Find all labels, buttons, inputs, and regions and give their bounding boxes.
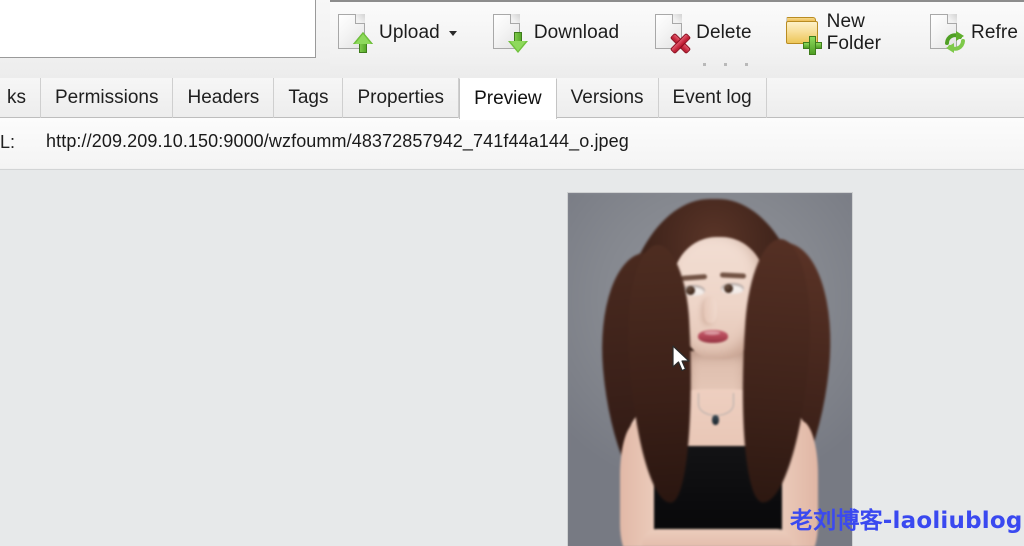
tab-links[interactable]: ks — [0, 78, 41, 118]
delete-button-label: Delete — [696, 22, 752, 43]
file-upload-icon — [338, 14, 373, 53]
tab-headers[interactable]: Headers — [173, 78, 275, 118]
tab-permissions[interactable]: Permissions — [41, 78, 174, 118]
left-content-panel — [0, 0, 316, 58]
url-row: L: http://209.209.10.150:9000/wzfoumm/48… — [0, 118, 1024, 168]
folder-add-icon — [785, 14, 822, 55]
tab-bar: ks Permissions Headers Tags Properties P… — [0, 78, 1024, 120]
url-label: L: — [0, 132, 16, 152]
upload-button[interactable]: Upload — [330, 7, 463, 59]
upload-button-label: Upload — [379, 22, 440, 43]
new-folder-button-label: New Folder — [826, 11, 882, 54]
preview-image[interactable] — [567, 192, 853, 546]
toolbar: Upload Download Delete New Folder Refre — [330, 0, 1024, 66]
chevron-down-icon[interactable] — [448, 30, 457, 36]
refresh-button[interactable]: Refre — [922, 7, 1024, 59]
file-delete-icon — [655, 14, 692, 55]
preview-area: 老刘博客-laoliublog.cn — [0, 169, 1024, 546]
delete-button[interactable]: Delete — [647, 7, 758, 59]
top-strip: Upload Download Delete New Folder Refre — [0, 0, 1024, 78]
tab-properties[interactable]: Properties — [343, 78, 460, 118]
watermark-text: 老刘博客-laoliublog.cn — [790, 508, 1024, 534]
preview-image-content — [568, 193, 852, 546]
file-download-icon — [492, 14, 528, 53]
mouse-cursor-icon — [672, 345, 690, 372]
tab-tags[interactable]: Tags — [274, 78, 344, 118]
toolbar-buttons: Upload Download Delete New Folder Refre — [330, 4, 1024, 62]
download-button[interactable]: Download — [485, 7, 625, 59]
tab-preview[interactable]: Preview — [459, 78, 557, 120]
tab-event-log[interactable]: Event log — [659, 78, 767, 118]
tab-versions[interactable]: Versions — [557, 78, 659, 118]
refresh-button-label: Refre — [971, 22, 1018, 43]
file-refresh-icon — [930, 14, 966, 53]
download-button-label: Download — [533, 22, 620, 43]
image-preview-window: Upload Download Delete New Folder Refre … — [0, 0, 1024, 546]
toolbar-overflow-dots[interactable] — [703, 63, 748, 66]
tab-list: ks Permissions Headers Tags Properties P… — [0, 78, 767, 120]
new-folder-button[interactable]: New Folder — [778, 7, 902, 59]
url-value[interactable]: http://209.209.10.150:9000/wzfoumm/48372… — [46, 131, 629, 152]
